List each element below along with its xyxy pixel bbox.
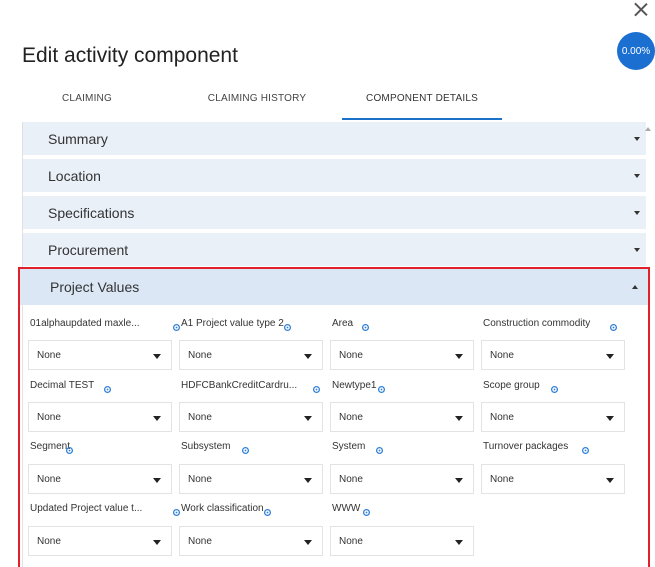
field-select[interactable]: None xyxy=(481,340,625,370)
field-label: Updated Project value t... xyxy=(30,503,143,514)
scroll-up-icon[interactable] xyxy=(645,127,651,131)
select-value: None xyxy=(490,474,514,485)
chevron-down-icon xyxy=(304,416,312,421)
select-value: None xyxy=(339,350,363,361)
chevron-down-icon xyxy=(304,540,312,545)
chevron-down-icon xyxy=(455,478,463,483)
chevron-down-icon xyxy=(304,478,312,483)
field-label: System xyxy=(332,441,366,452)
gear-icon[interactable] xyxy=(609,319,618,332)
chevron-down-icon xyxy=(455,354,463,359)
field-select[interactable]: None xyxy=(179,464,323,494)
chevron-down-icon xyxy=(153,416,161,421)
section-summary[interactable]: Summary xyxy=(23,122,646,157)
field-select[interactable]: None xyxy=(330,340,474,370)
chevron-down-icon xyxy=(153,540,161,545)
chevron-down-icon xyxy=(606,416,614,421)
field-label: Turnover packages xyxy=(483,441,569,452)
tab-claiming[interactable]: CLAIMING xyxy=(22,82,152,120)
dialog-title: Edit activity component xyxy=(22,44,238,67)
field-select[interactable]: None xyxy=(179,402,323,432)
gear-icon[interactable] xyxy=(263,504,272,517)
field-label: 01alphaupdated maxle... xyxy=(30,318,140,329)
gear-icon[interactable] xyxy=(312,381,321,394)
chevron-down-icon xyxy=(153,478,161,483)
field-label: Area xyxy=(332,318,354,329)
select-value: None xyxy=(490,350,514,361)
gear-icon[interactable] xyxy=(581,442,590,455)
tab-component-details[interactable]: COMPONENT DETAILS xyxy=(342,82,502,120)
tab-claiming-history[interactable]: CLAIMING HISTORY xyxy=(182,82,332,120)
field-select[interactable]: None xyxy=(330,402,474,432)
field-label: Construction commodity xyxy=(483,318,591,329)
select-value: None xyxy=(339,412,363,423)
gear-icon[interactable] xyxy=(362,504,371,517)
field-label: A1 Project value type 2 xyxy=(181,318,284,329)
chevron-down-icon xyxy=(634,137,640,141)
chevron-down-icon xyxy=(304,354,312,359)
field-select[interactable]: None xyxy=(28,464,172,494)
section-specifications[interactable]: Specifications xyxy=(23,196,646,231)
chevron-down-icon xyxy=(634,174,640,178)
field-select[interactable]: None xyxy=(28,340,172,370)
close-icon[interactable] xyxy=(631,0,651,20)
chevron-down-icon xyxy=(153,354,161,359)
chevron-down-icon xyxy=(606,478,614,483)
gear-icon[interactable] xyxy=(172,504,181,517)
chevron-down-icon xyxy=(455,416,463,421)
gear-icon[interactable] xyxy=(65,442,74,455)
field-select[interactable]: None xyxy=(481,402,625,432)
select-value: None xyxy=(37,536,61,547)
section-label: Project Values xyxy=(50,279,140,295)
progress-badge: 0.00% xyxy=(617,32,655,70)
field-label: HDFCBankCreditCardru... xyxy=(181,380,298,391)
select-value: None xyxy=(37,474,61,485)
select-value: None xyxy=(37,350,61,361)
gear-icon[interactable] xyxy=(377,381,386,394)
select-value: None xyxy=(339,474,363,485)
chevron-down-icon xyxy=(455,540,463,545)
section-project-values-header[interactable]: Project Values xyxy=(20,269,648,305)
section-label: Specifications xyxy=(48,205,135,221)
gear-icon[interactable] xyxy=(361,319,370,332)
section-location[interactable]: Location xyxy=(23,159,646,194)
field-select[interactable]: None xyxy=(28,402,172,432)
field-label: Work classification xyxy=(181,503,264,514)
field-label: WWW xyxy=(332,503,361,514)
section-procurement[interactable]: Procurement xyxy=(23,233,646,268)
gear-icon[interactable] xyxy=(375,442,384,455)
field-select[interactable]: None xyxy=(179,340,323,370)
section-label: Summary xyxy=(48,131,108,147)
gear-icon[interactable] xyxy=(172,319,181,332)
select-value: None xyxy=(188,350,212,361)
select-value: None xyxy=(37,412,61,423)
tab-bar: CLAIMING CLAIMING HISTORY COMPONENT DETA… xyxy=(22,82,642,120)
field-label: Newtype1 xyxy=(332,380,377,391)
chevron-down-icon xyxy=(634,211,640,215)
chevron-down-icon xyxy=(606,354,614,359)
select-value: None xyxy=(188,412,212,423)
gear-icon[interactable] xyxy=(283,319,292,332)
field-select[interactable]: None xyxy=(330,526,474,556)
section-label: Location xyxy=(48,168,101,184)
gear-icon[interactable] xyxy=(550,381,559,394)
select-value: None xyxy=(490,412,514,423)
section-label: Procurement xyxy=(48,242,129,258)
field-label: Subsystem xyxy=(181,441,231,452)
field-select[interactable]: None xyxy=(28,526,172,556)
gear-icon[interactable] xyxy=(103,381,112,394)
select-value: None xyxy=(188,536,212,547)
gear-icon[interactable] xyxy=(241,442,250,455)
chevron-up-icon xyxy=(632,285,638,289)
field-select[interactable]: None xyxy=(481,464,625,494)
field-label: Scope group xyxy=(483,380,540,391)
field-label: Decimal TEST xyxy=(30,380,95,391)
field-select[interactable]: None xyxy=(330,464,474,494)
chevron-down-icon xyxy=(634,248,640,252)
select-value: None xyxy=(188,474,212,485)
field-select[interactable]: None xyxy=(179,526,323,556)
select-value: None xyxy=(339,536,363,547)
